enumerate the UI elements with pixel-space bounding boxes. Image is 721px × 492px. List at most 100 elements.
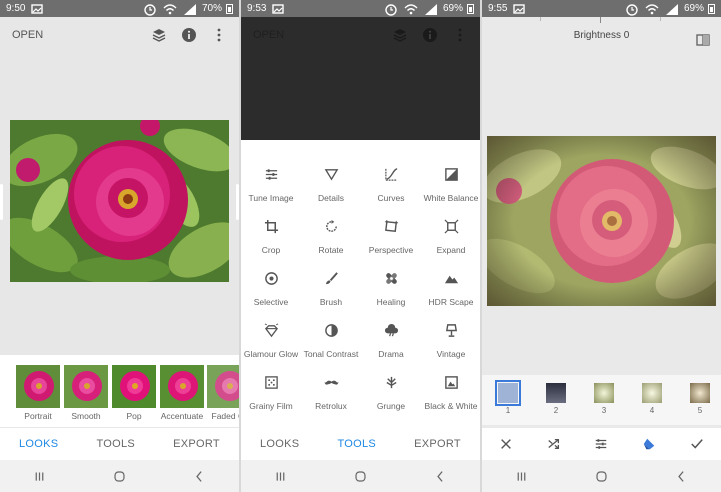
shuffle-icon[interactable]: [546, 436, 562, 452]
tab-looks[interactable]: LOOKS: [19, 438, 58, 450]
apply-check-icon[interactable]: [689, 436, 705, 452]
tool-expand[interactable]: Expand: [421, 217, 480, 255]
signal-icon: [664, 1, 680, 17]
variant-1[interactable]: 1: [495, 380, 521, 415]
recent-apps-icon[interactable]: [32, 468, 48, 484]
white-balance-icon: [442, 165, 460, 183]
more-options-icon[interactable]: [211, 27, 227, 43]
back-icon[interactable]: [432, 468, 448, 484]
gallery-notification-icon: [511, 1, 527, 17]
open-button[interactable]: OPEN: [12, 29, 43, 41]
recent-apps-icon[interactable]: [273, 468, 289, 484]
tool-selective[interactable]: Selective: [241, 269, 301, 307]
tool-healing[interactable]: Healing: [361, 269, 421, 307]
info-icon[interactable]: [181, 27, 197, 43]
tool-black-white[interactable]: Black & White: [421, 373, 480, 411]
tool-grunge[interactable]: Grunge: [361, 373, 421, 411]
alarm-icon: [383, 1, 399, 17]
style-eraser-icon[interactable]: [641, 436, 657, 452]
tool-retrolux[interactable]: Retrolux: [301, 373, 361, 411]
variant-5[interactable]: 5: [689, 383, 711, 415]
compare-icon[interactable]: [695, 32, 711, 48]
variant-swatch: [546, 383, 566, 403]
variant-2[interactable]: 2: [545, 383, 567, 415]
tool-label: Drama: [378, 348, 404, 359]
home-icon[interactable]: [593, 468, 609, 484]
look-accentuate[interactable]: Accentuate: [160, 365, 204, 421]
variant-swatch: [642, 383, 662, 403]
tool-label: White Balance: [423, 192, 479, 203]
tool-details[interactable]: Details: [301, 165, 361, 203]
gallery-notification-icon: [29, 1, 45, 17]
tab-tools[interactable]: TOOLS: [337, 438, 376, 450]
open-button[interactable]: OPEN: [253, 29, 284, 41]
variant-number: 3: [601, 406, 607, 415]
tool-tune-image[interactable]: Tune Image: [241, 165, 301, 203]
tool-rotate[interactable]: Rotate: [301, 217, 361, 255]
bottom-tabs: LOOKS TOOLS EXPORT: [0, 428, 239, 460]
tools-grid: Tune Image Details Curves White Balance …: [241, 155, 480, 425]
back-icon[interactable]: [191, 468, 207, 484]
info-icon[interactable]: [422, 27, 438, 43]
look-smooth[interactable]: Smooth: [64, 365, 108, 421]
tab-export[interactable]: EXPORT: [414, 438, 461, 450]
wifi-icon: [403, 1, 419, 17]
alarm-icon: [142, 1, 158, 17]
look-faded-glow[interactable]: Faded Gl: [207, 365, 239, 421]
tab-looks[interactable]: LOOKS: [260, 438, 299, 450]
battery-icon: [708, 3, 715, 14]
adjustment-ruler[interactable]: [482, 17, 721, 23]
dots-square-icon: [262, 373, 280, 391]
top-bar: OPEN: [0, 17, 239, 53]
rotate-icon: [322, 217, 340, 235]
layers-icon[interactable]: [151, 27, 167, 43]
recent-apps-icon[interactable]: [514, 468, 530, 484]
tool-label: Selective: [253, 296, 289, 307]
layers-icon[interactable]: [392, 27, 408, 43]
tool-brush[interactable]: Brush: [301, 269, 361, 307]
variant-3[interactable]: 3: [593, 383, 615, 415]
lamp-icon: [442, 321, 460, 339]
look-pop[interactable]: Pop: [112, 365, 156, 421]
tool-white-balance[interactable]: White Balance: [421, 165, 480, 203]
tool-glamour-glow[interactable]: Glamour Glow: [241, 321, 301, 359]
tool-drama[interactable]: Drama: [361, 321, 421, 359]
variant-swatch: [690, 383, 710, 403]
status-bar: 9:53 69%: [241, 0, 480, 17]
tool-label: Rotate: [318, 244, 344, 255]
tool-label: Black & White: [424, 400, 478, 411]
alarm-icon: [624, 1, 640, 17]
tool-perspective[interactable]: Perspective: [361, 217, 421, 255]
tool-label: Brush: [319, 296, 343, 307]
tab-tools[interactable]: TOOLS: [96, 438, 135, 450]
look-portrait[interactable]: Portrait: [16, 365, 60, 421]
tool-label: Details: [318, 192, 344, 203]
look-label: Faded Gl: [211, 411, 239, 421]
home-icon[interactable]: [111, 468, 127, 484]
tool-curves[interactable]: Curves: [361, 165, 421, 203]
tools-screen: 9:53 69% OPEN Tune Image Details Curves …: [241, 0, 480, 492]
tool-crop[interactable]: Crop: [241, 217, 301, 255]
tool-label: Curves: [377, 192, 405, 203]
tool-hdr-scape[interactable]: HDR Scape: [421, 269, 480, 307]
tool-tonal-contrast[interactable]: Tonal Contrast: [301, 321, 361, 359]
sliders-icon: [262, 165, 280, 183]
tool-grainy-film[interactable]: Grainy Film: [241, 373, 301, 411]
variant-4[interactable]: 4: [641, 383, 663, 415]
home-icon[interactable]: [352, 468, 368, 484]
battery-icon: [226, 3, 233, 14]
looks-strip: Portrait Smooth Pop Accentuate Faded Gl: [0, 355, 239, 427]
looks-screen: 9:50 70% OPEN Portrait Smooth Pop Accent…: [0, 0, 239, 492]
left-edge-handle: [0, 184, 3, 220]
tool-vintage[interactable]: Vintage: [421, 321, 480, 359]
cancel-close-icon[interactable]: [498, 436, 514, 452]
back-icon[interactable]: [673, 468, 689, 484]
tool-label: Glamour Glow: [243, 348, 299, 359]
bottom-tabs: LOOKS TOOLS EXPORT: [241, 428, 480, 460]
look-label: Accentuate: [160, 411, 204, 421]
look-label: Portrait: [24, 411, 52, 421]
tab-export[interactable]: EXPORT: [173, 438, 220, 450]
system-nav-bar: [482, 460, 721, 492]
more-options-icon[interactable]: [452, 27, 468, 43]
adjust-sliders-icon[interactable]: [593, 436, 609, 452]
